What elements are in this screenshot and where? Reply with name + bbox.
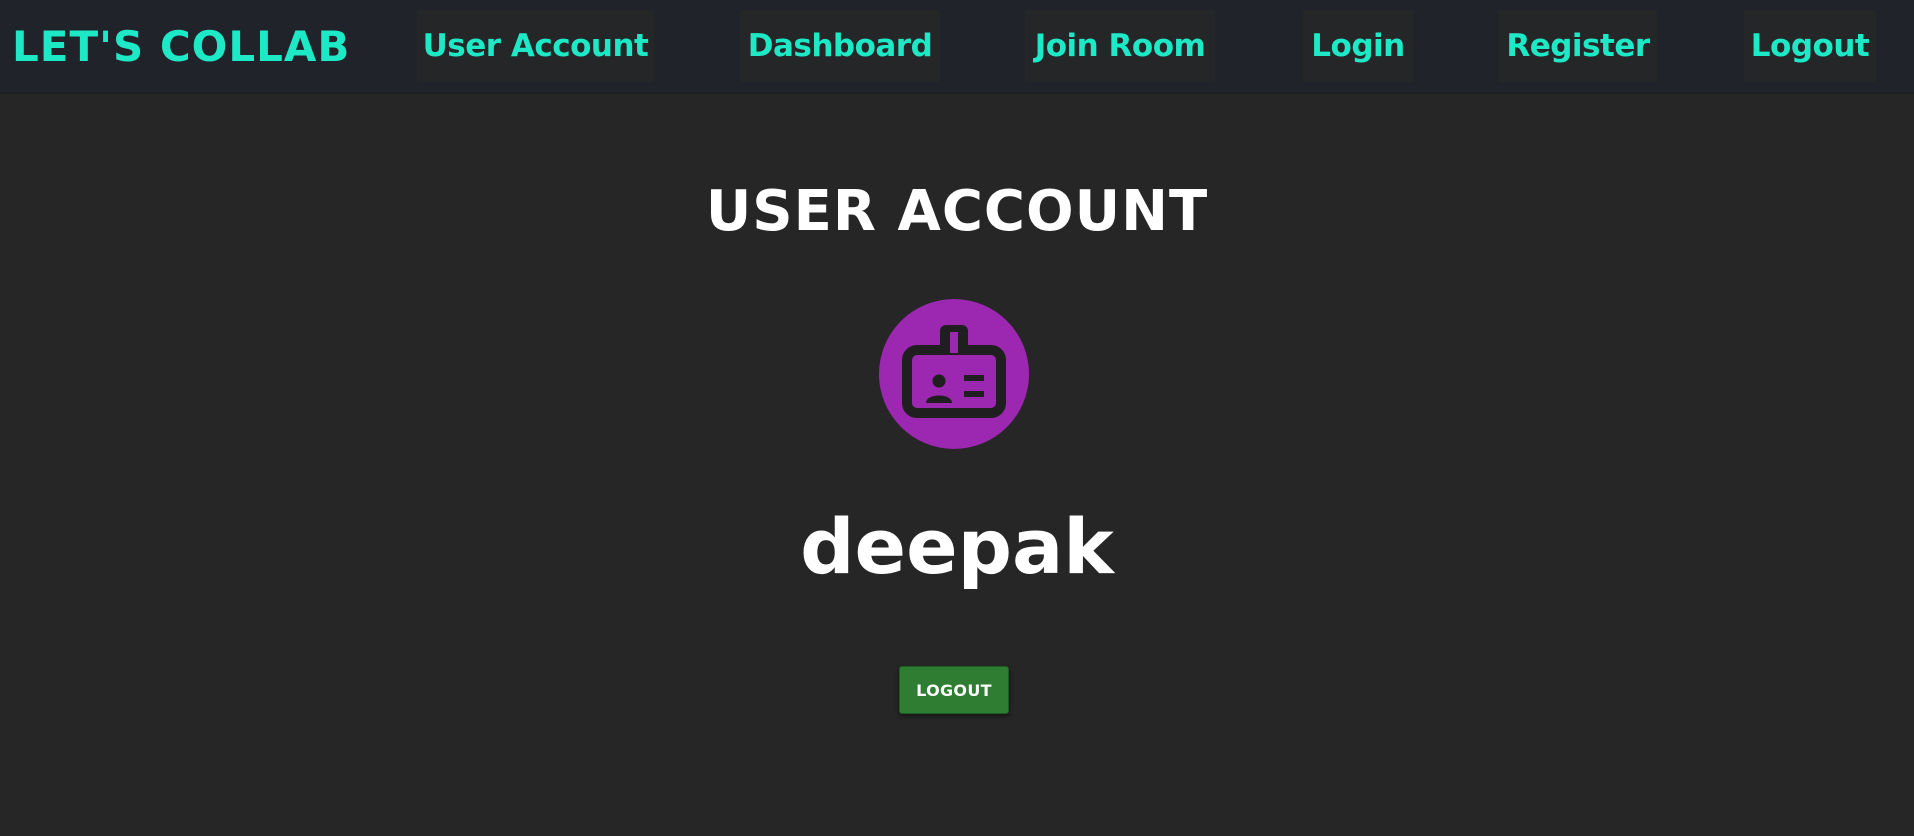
nav-login[interactable]: Login bbox=[1303, 10, 1413, 82]
username: deepak bbox=[800, 502, 1114, 591]
badge-icon bbox=[902, 325, 1006, 418]
nav-join-room[interactable]: Join Room bbox=[1025, 10, 1215, 82]
nav-dashboard[interactable]: Dashboard bbox=[740, 10, 940, 82]
nav-logout[interactable]: Logout bbox=[1744, 10, 1876, 82]
top-navbar: LET'S COLLAB User Account Dashboard Join… bbox=[0, 0, 1914, 94]
page-title: USER ACCOUNT bbox=[705, 179, 1209, 244]
brand-logo[interactable]: LET'S COLLAB bbox=[12, 22, 350, 72]
nav-user-account[interactable]: User Account bbox=[417, 10, 654, 82]
avatar bbox=[879, 299, 1029, 449]
nav-register[interactable]: Register bbox=[1499, 10, 1657, 82]
logout-button[interactable]: LOGOUT bbox=[899, 666, 1009, 714]
